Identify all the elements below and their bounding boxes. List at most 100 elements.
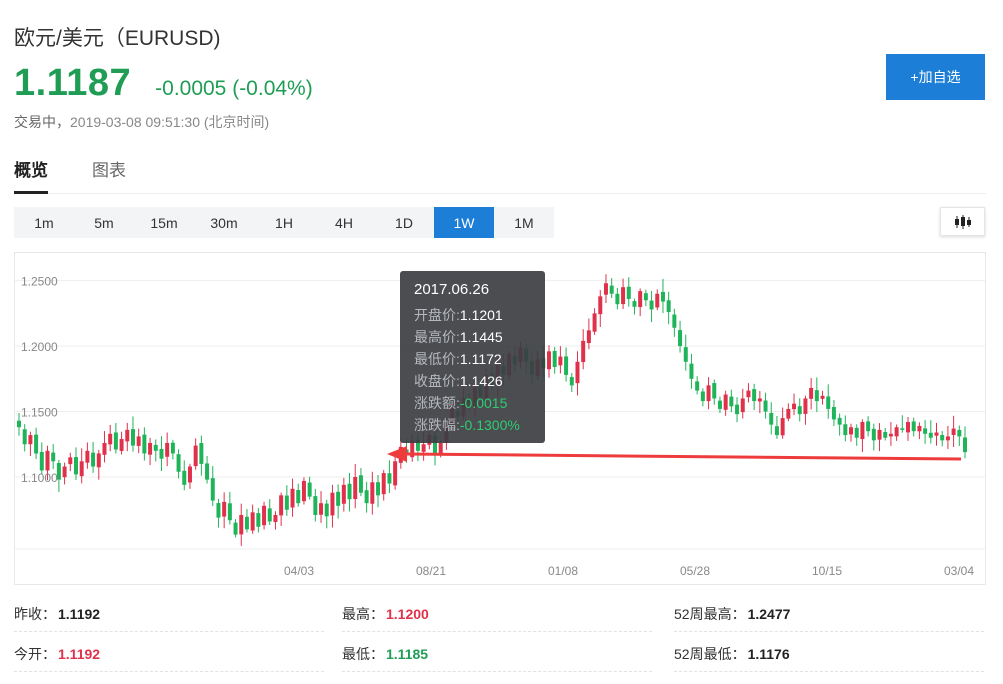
candle-body (244, 516, 249, 530)
candle (786, 403, 791, 422)
candle (341, 477, 346, 512)
status-label: 交易中， (14, 114, 70, 130)
candle-body (826, 396, 831, 409)
candle (678, 320, 683, 353)
y-tick-label: 1.2500 (21, 275, 58, 289)
candle (843, 415, 848, 442)
candle (700, 388, 705, 407)
candle-body (296, 489, 301, 504)
period-1h[interactable]: 1H (254, 207, 314, 238)
candle (244, 509, 249, 533)
candle (364, 481, 369, 513)
candle-body (809, 387, 814, 399)
chart-type-button[interactable] (940, 207, 985, 236)
x-tick-label: 05/28 (680, 564, 710, 578)
candle-body (290, 488, 295, 508)
candle (347, 472, 352, 512)
candle (205, 455, 210, 484)
candlestick-icon (954, 214, 971, 229)
candle-body (159, 448, 164, 459)
candle-body (381, 473, 386, 495)
candle (655, 289, 660, 311)
candle (62, 462, 67, 485)
candle (626, 277, 631, 307)
tab-overview[interactable]: 概览 (14, 156, 48, 194)
candle (831, 400, 836, 427)
tab-chart[interactable]: 图表 (92, 156, 126, 191)
candle (91, 441, 96, 473)
candle-body (945, 436, 950, 441)
candle-body (108, 433, 113, 445)
period-1d[interactable]: 1D (374, 207, 434, 238)
candle (660, 278, 665, 314)
period-5m[interactable]: 5m (74, 207, 134, 238)
candle (814, 377, 819, 413)
candle (900, 415, 905, 433)
candle (187, 463, 192, 489)
trading-status: 交易中，2019-03-08 09:51:30 (北京时间) (14, 112, 269, 132)
candle (222, 492, 227, 529)
candle-body (136, 436, 141, 446)
candle-body (438, 442, 443, 454)
candle-body (877, 429, 882, 440)
candle (125, 422, 130, 452)
candle (712, 379, 717, 405)
candle (290, 478, 295, 517)
candle (569, 372, 574, 392)
candle-body (256, 513, 261, 527)
candle-body (774, 426, 779, 436)
candle (934, 422, 939, 446)
candle (957, 425, 962, 447)
tooltip-date: 2017.06.26 (414, 281, 490, 298)
period-30m[interactable]: 30m (194, 207, 254, 238)
tooltip-open: 1.1201 (459, 307, 503, 323)
candle (729, 389, 734, 413)
candle-body (279, 495, 284, 516)
candle-body (558, 356, 563, 366)
candle-body (330, 492, 335, 516)
stat-value: 1.1176 (747, 645, 790, 662)
candle (113, 422, 118, 454)
candle-body (615, 293, 620, 305)
candle-body (233, 522, 238, 535)
period-4h[interactable]: 4H (314, 207, 374, 238)
tooltip-high-label: 最高价: (414, 329, 460, 345)
instrument-title: 欧元/美元（EURUSD) (14, 27, 221, 50)
candle (809, 378, 814, 410)
candle-body (917, 425, 922, 432)
candle-body (626, 286, 631, 299)
candle (330, 484, 335, 528)
candle-body (900, 428, 905, 430)
candle-body (963, 437, 967, 453)
period-1m[interactable]: 1m (14, 207, 74, 238)
period-1mo[interactable]: 1M (494, 207, 554, 238)
candle (564, 347, 569, 382)
candle (672, 308, 677, 337)
candle (376, 474, 381, 508)
candle (575, 351, 580, 396)
candle-body (763, 400, 768, 412)
candle (193, 438, 198, 470)
candle (250, 504, 255, 534)
period-1w[interactable]: 1W (434, 207, 494, 238)
candle-body (336, 491, 341, 506)
candle-body (683, 347, 688, 362)
candle-body (193, 445, 198, 467)
candle (928, 420, 933, 444)
period-15m[interactable]: 15m (134, 207, 194, 238)
candle (603, 274, 608, 303)
candle-body (387, 473, 392, 484)
price-change: -0.0005 (-0.04%) (155, 77, 313, 100)
candle (769, 402, 774, 435)
candle-body (347, 483, 352, 500)
candle (558, 346, 563, 374)
y-tick-label: 1.1000 (21, 471, 58, 485)
candle (279, 492, 284, 526)
candle (740, 388, 745, 419)
stat-label: 最低： (342, 645, 384, 662)
candle (911, 417, 916, 437)
add-to-watchlist-button[interactable]: +加自选 (886, 54, 985, 100)
candle (239, 503, 244, 546)
candle-body (307, 482, 312, 497)
candle (906, 417, 911, 441)
